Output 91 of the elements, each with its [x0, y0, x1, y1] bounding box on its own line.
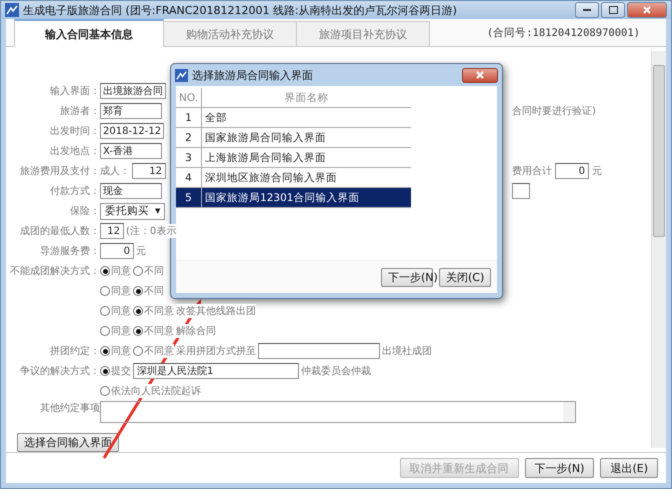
field-label: 拼团约定： [49, 344, 100, 358]
radio-button[interactable] [133, 306, 143, 316]
radio-button[interactable] [100, 346, 110, 356]
app-icon [175, 68, 188, 82]
field-label: 其他约定事项 [39, 402, 100, 415]
footer-button[interactable]: 下一步(N) [524, 458, 594, 478]
maximize-button[interactable] [601, 2, 625, 18]
number-field[interactable]: 0 [100, 243, 134, 259]
table-cell[interactable]: 国家旅游局12301合同输入界面 [202, 188, 411, 208]
field-label: 仲裁委员会仲裁 [301, 364, 371, 378]
field-label: 元 [136, 244, 146, 258]
field-label: 保险： [69, 205, 100, 218]
radio-button[interactable] [133, 266, 143, 276]
contract-number: (合同号:1812041208970001) [486, 26, 640, 40]
close-button[interactable] [462, 68, 498, 82]
field-label: 合同时要进行验证) [512, 104, 596, 118]
window-title: 生成电子版旅游合同 (团号:FRANC20181212001 线路:从南特出发的卢瓦尔河谷两日游) [23, 2, 457, 18]
table-cell[interactable]: 3 [176, 148, 202, 168]
radio-button[interactable] [100, 366, 110, 376]
tab[interactable]: 输入合同基本信息 [14, 19, 164, 47]
footer-button[interactable]: 退出(E) [600, 458, 658, 478]
radio-label[interactable]: 依法向人民法院起诉 [111, 384, 201, 398]
radio-button[interactable] [100, 266, 110, 276]
table-cell[interactable]: 5 [176, 188, 202, 208]
radio-button[interactable] [100, 386, 110, 396]
field-label: 元 [592, 165, 602, 178]
radio-label[interactable]: 同意 [111, 304, 131, 318]
field-label: 不能成团解决方式： [9, 264, 100, 278]
close-icon [476, 71, 484, 79]
radio-button[interactable] [100, 306, 110, 316]
field-label: 付款方式： [49, 184, 100, 198]
radio-label[interactable]: 同意 [111, 344, 131, 358]
number-field[interactable]: 12 [132, 163, 166, 179]
field-label: 导游服务费： [39, 244, 100, 258]
radio-button[interactable] [133, 326, 143, 336]
minimize-button[interactable] [575, 2, 599, 18]
text-field[interactable] [258, 343, 380, 359]
table-cell[interactable]: 上海旅游局合同输入界面 [202, 148, 411, 168]
field-label: 出发地点： [49, 144, 100, 158]
field-label: 旅游者： [59, 104, 100, 118]
field-label: 成团的最低人数： [19, 224, 100, 238]
close-icon [643, 6, 651, 14]
text-field[interactable]: 出境旅游合同 [100, 83, 166, 99]
text-field[interactable] [512, 183, 530, 199]
close-button[interactable] [627, 2, 667, 18]
field-label: 输入界面： [49, 84, 100, 98]
field-label: 采用拼团方式拼至 [176, 344, 256, 358]
radio-label[interactable]: 同意 [111, 284, 131, 298]
radio-button[interactable] [100, 286, 110, 296]
column-header: 界面名称 [202, 88, 411, 108]
number-field[interactable]: 0 [555, 163, 589, 179]
tab[interactable]: 旅游项目补充协议 [296, 21, 430, 46]
dialog-button[interactable]: 关闭(C) [439, 268, 491, 286]
table-cell[interactable]: 全部 [202, 108, 411, 128]
radio-label[interactable]: 不同意 [144, 344, 174, 358]
radio-button[interactable] [133, 346, 143, 356]
field-label: 旅游费用及支付： [19, 164, 100, 178]
radio-label[interactable]: 不同 [144, 264, 164, 278]
table-cell[interactable]: 国家旅游局合同输入界面 [202, 128, 411, 148]
radio-button[interactable] [133, 286, 143, 296]
field-label: 费用合计 [512, 164, 552, 178]
minimize-icon [583, 9, 591, 11]
radio-button[interactable] [100, 326, 110, 336]
field-label: 改签其他线路出团 [176, 304, 256, 318]
text-field[interactable]: 郑育 [100, 103, 162, 119]
radio-label[interactable]: 不同意 [144, 304, 174, 318]
column-header: NO. [176, 88, 202, 108]
radio-label[interactable]: 同意 [111, 324, 131, 338]
radio-label[interactable]: 同意 [111, 264, 131, 278]
app-icon [5, 3, 19, 17]
field-label: 出发时间： [49, 124, 100, 138]
table-cell[interactable]: 2 [176, 128, 202, 148]
radio-label[interactable]: 不同 [144, 284, 164, 298]
table-cell[interactable]: 1 [176, 108, 202, 128]
select-interface-button[interactable]: 选择合同输入界面 [17, 433, 119, 452]
text-field[interactable]: X-香港 [100, 143, 162, 159]
text-area[interactable] [100, 401, 576, 423]
scrollbar[interactable] [651, 51, 666, 448]
text-field[interactable]: 深圳是人民法院1 [133, 363, 299, 379]
tab[interactable]: 购物活动补充协议 [163, 21, 297, 46]
text-field[interactable]: 现金 [100, 183, 162, 199]
dialog-title: 选择旅游局合同输入界面 [192, 68, 313, 82]
field-label: (注：0表示 [126, 224, 176, 238]
radio-label[interactable]: 提交 [111, 364, 131, 378]
field-label: 争议的解决方式： [19, 364, 100, 378]
text-field[interactable]: 2018-12-12 [100, 123, 164, 139]
field-label: 出境社成团 [382, 344, 432, 358]
radio-label[interactable]: 不同意 [144, 324, 174, 338]
number-field[interactable]: 12 [100, 223, 124, 239]
maximize-icon [608, 6, 618, 14]
field-label: 解除合同 [176, 324, 216, 338]
